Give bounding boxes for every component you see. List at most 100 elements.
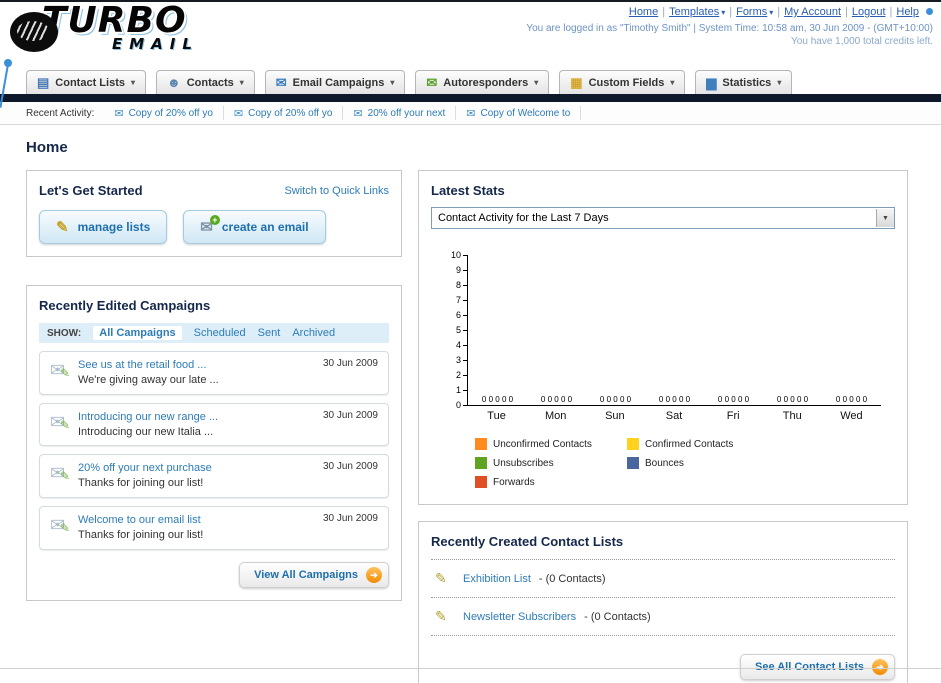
create-email-button[interactable]: ✉ + create an email bbox=[183, 210, 326, 244]
x-tick-label: Thu bbox=[782, 410, 802, 422]
envelope-plus-icon: ✉ + bbox=[200, 215, 220, 236]
recent-activity-item[interactable]: ✉ 20% off your next bbox=[343, 106, 457, 120]
y-tick-mark bbox=[463, 389, 467, 391]
y-tick-label: 1 bbox=[456, 385, 467, 395]
pencil-icon: ✎ bbox=[435, 570, 447, 586]
campaign-row[interactable]: ✉ ✎ Introducing our new range ... Introduci… bbox=[39, 402, 389, 447]
contact-list-name-link[interactable]: Exhibition List bbox=[463, 573, 531, 585]
recent-activity-item[interactable]: ✉ Copy of 20% off yo bbox=[224, 106, 344, 120]
main-nav: ▤ Contact Lists ▾ ☻ Contacts ▾ ✉ Email Campaign… bbox=[0, 64, 941, 94]
stats-period-select[interactable]: Contact Activity for the Last 7 Days ▼ bbox=[431, 207, 895, 229]
y-tick-label: 5 bbox=[456, 325, 467, 335]
tab-statistics[interactable]: ▆ Statistics ▾ bbox=[695, 70, 793, 94]
manage-lists-button[interactable]: ✎ manage lists bbox=[39, 210, 168, 244]
envelope-pencil-icon: ✉ ✎ bbox=[50, 360, 71, 380]
filter-archived[interactable]: Archived bbox=[292, 327, 335, 339]
envelope-icon: ✉ bbox=[114, 107, 124, 120]
y-tick-mark bbox=[463, 374, 467, 376]
tab-email-campaigns[interactable]: ✉ Email Campaigns ▾ bbox=[264, 70, 406, 94]
link-separator: | bbox=[662, 6, 666, 18]
recent-activity-item[interactable]: ✉ Copy of 20% off yo bbox=[104, 106, 224, 120]
legend-label: Forwards bbox=[493, 476, 535, 488]
envelope-icon: ✉ bbox=[233, 107, 244, 120]
chart-column: 0 0 0 0 0 bbox=[704, 395, 763, 405]
envelope-pencil-icon: ✉ ✎ bbox=[50, 411, 71, 432]
filter-scheduled[interactable]: Scheduled bbox=[194, 327, 246, 339]
contact-list-items: ✎ Exhibition List - (0 Contacts) ✎ Newslett… bbox=[431, 559, 895, 636]
campaign-title-link[interactable]: Welcome to our email list bbox=[78, 513, 203, 528]
tab-contacts[interactable]: ☻ Contacts ▾ bbox=[156, 70, 255, 94]
campaign-row[interactable]: ✉ ✎ Welcome to our email list Thanks for jo… bbox=[39, 506, 389, 550]
get-started-panel: Let's Get Started Switch to Quick Links … bbox=[26, 170, 402, 257]
tab-autoresponders[interactable]: ✉ Autoresponders ▾ bbox=[415, 70, 550, 94]
contacts-icon: ☻ bbox=[167, 75, 181, 90]
legend-label: Unconfirmed Contacts bbox=[493, 438, 592, 450]
tab-contact-lists[interactable]: ▤ Contact Lists ▾ bbox=[26, 70, 146, 94]
tab-custom-fields[interactable]: ▦ Custom Fields ▾ bbox=[559, 70, 686, 94]
header-link-logout[interactable]: Logout bbox=[852, 6, 886, 18]
arrow-right-icon: ➔ bbox=[872, 659, 888, 675]
campaign-date: 30 Jun 2009 bbox=[322, 461, 378, 473]
autoresponders-icon: ✉ bbox=[426, 75, 438, 90]
contact-lists-icon: ▤ bbox=[37, 75, 50, 90]
campaign-title-link[interactable]: 20% off your next purchase bbox=[78, 461, 212, 476]
latest-stats-panel: Latest Stats Contact Activity for the La… bbox=[418, 170, 908, 505]
campaign-subtitle: Thanks for joining our list! bbox=[78, 528, 204, 541]
chevron-down-icon: ▼ bbox=[876, 209, 894, 227]
create-email-label: create an email bbox=[221, 220, 309, 234]
contact-list-name-link[interactable]: Newsletter Subscribers bbox=[463, 611, 576, 623]
campaign-title-link[interactable]: See us at the retail food ... bbox=[78, 358, 219, 373]
contact-list-row[interactable]: ✎ Newsletter Subscribers - (0 Contacts) bbox=[431, 597, 895, 636]
x-tick-label: Wed bbox=[840, 410, 863, 422]
nav-divider-bar bbox=[0, 94, 941, 102]
contact-list-row[interactable]: ✎ Exhibition List - (0 Contacts) bbox=[431, 559, 895, 597]
legend-swatch bbox=[627, 457, 639, 469]
header-link-my-account[interactable]: My Account bbox=[784, 6, 841, 18]
statistics-icon: ▆ bbox=[706, 75, 717, 90]
pencil-icon: ✎ bbox=[435, 608, 447, 624]
campaign-row[interactable]: ✉ ✎ 20% off your next purchase Thanks for j… bbox=[39, 454, 389, 499]
see-all-contact-lists-button[interactable]: See All Contact Lists ➔ bbox=[739, 654, 895, 680]
page-title: Home bbox=[26, 139, 68, 156]
campaign-row[interactable]: ✉ ✎ See us at the retail food ... We're giv… bbox=[39, 351, 389, 395]
y-tick-label: 6 bbox=[456, 310, 467, 320]
y-tick-mark bbox=[463, 404, 467, 406]
value-labels: 0 0 0 0 0 bbox=[658, 395, 691, 404]
chart-column: 0 0 0 0 0 bbox=[822, 395, 881, 405]
y-tick-label: 4 bbox=[456, 340, 467, 350]
link-separator: | bbox=[845, 6, 848, 18]
header-link-home[interactable]: Home bbox=[629, 6, 658, 18]
filter-sent[interactable]: Sent bbox=[258, 327, 281, 339]
legend-label: Bounces bbox=[645, 457, 684, 469]
chevron-down-icon: ▾ bbox=[239, 78, 244, 87]
campaign-text: See us at the retail food ... We're givin… bbox=[78, 358, 219, 388]
legend-item: Unsubscribes bbox=[475, 457, 627, 469]
header: TURBO EMAIL Home | Templates ▾ | Forms ▾ | My Ac… bbox=[0, 2, 941, 64]
x-tick-label: Sat bbox=[665, 410, 683, 422]
campaigns-title: Recently Edited Campaigns bbox=[39, 298, 211, 313]
header-link-templates[interactable]: Templates ▾ bbox=[669, 6, 725, 18]
header-link-help[interactable]: Help bbox=[896, 6, 919, 18]
login-info: You are logged in as "Timothy Smith" | S… bbox=[526, 23, 933, 34]
value-labels: 0 0 0 0 0 bbox=[599, 395, 632, 404]
show-label: SHOW: bbox=[47, 327, 82, 339]
recent-activity-item[interactable]: ✉ Copy of Welcome to bbox=[456, 106, 582, 120]
view-all-campaigns-button[interactable]: View All Campaigns ➔ bbox=[239, 561, 389, 588]
activity-item-label: Copy of 20% off yo bbox=[128, 107, 213, 119]
campaign-date: 30 Jun 2009 bbox=[322, 409, 378, 421]
chevron-down-icon: ▾ bbox=[721, 8, 726, 17]
legend-item: Unconfirmed Contacts bbox=[475, 438, 627, 450]
campaign-title-link[interactable]: Introducing our new range ... bbox=[78, 410, 218, 425]
credits-info: You have 1,000 total credits left. bbox=[791, 36, 933, 47]
legend-item: Forwards bbox=[475, 476, 627, 488]
filter-all-campaigns[interactable]: All Campaigns bbox=[93, 326, 182, 340]
tab-label: Custom Fields bbox=[588, 76, 665, 89]
footer-divider bbox=[0, 668, 941, 669]
header-link-forms[interactable]: Forms ▾ bbox=[736, 6, 773, 18]
y-tick-mark bbox=[463, 344, 467, 346]
link-separator: | bbox=[889, 6, 893, 18]
chart-x-axis: Tue Mon Sun Sat Fri Thu Wed bbox=[467, 410, 881, 422]
y-tick-label: 0 bbox=[456, 400, 467, 410]
campaign-subtitle: Thanks for joining our list! bbox=[78, 477, 204, 490]
switch-quick-links-link[interactable]: Switch to Quick Links bbox=[284, 185, 389, 197]
